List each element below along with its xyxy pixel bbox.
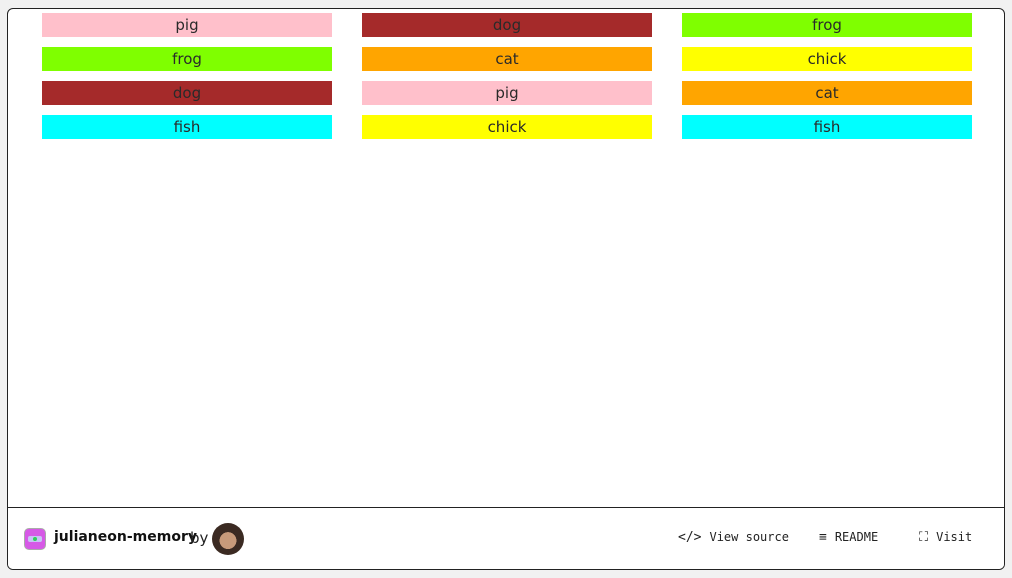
view-source-label: View source (709, 530, 789, 544)
footer-bar: julianeon-memory by </> View source ≡ READ… (8, 507, 1004, 569)
card[interactable]: pig (42, 13, 332, 37)
visit-button[interactable]: ⛶ Visit (919, 530, 972, 545)
card[interactable]: chick (682, 47, 972, 71)
card[interactable]: cat (682, 81, 972, 105)
fullscreen-icon: ⛶ (919, 530, 929, 545)
project-icon (24, 528, 46, 550)
card[interactable]: chick (362, 115, 652, 139)
author-avatar[interactable] (212, 523, 244, 555)
card[interactable]: fish (682, 115, 972, 139)
readme-button[interactable]: ≡ README (819, 530, 878, 545)
project-name-link[interactable]: julianeon-memory (54, 529, 197, 545)
card-column-1: pig frog dog fish (42, 13, 332, 149)
card[interactable]: pig (362, 81, 652, 105)
view-source-button[interactable]: </> View source (678, 530, 789, 545)
card[interactable]: frog (42, 47, 332, 71)
code-icon: </> (678, 530, 702, 545)
card[interactable]: fish (42, 115, 332, 139)
menu-lines-icon: ≡ (819, 530, 827, 545)
visit-label: Visit (936, 530, 973, 544)
by-label: by (190, 529, 209, 547)
memory-game: pig frog dog fish dog cat pig chick frog… (8, 9, 1004, 509)
card[interactable]: dog (362, 13, 652, 37)
app-frame: pig frog dog fish dog cat pig chick frog… (7, 8, 1005, 570)
card-column-3: frog chick cat fish (682, 13, 972, 149)
card[interactable]: cat (362, 47, 652, 71)
card-column-2: dog cat pig chick (362, 13, 652, 149)
readme-label: README (834, 530, 879, 544)
card[interactable]: dog (42, 81, 332, 105)
card[interactable]: frog (682, 13, 972, 37)
